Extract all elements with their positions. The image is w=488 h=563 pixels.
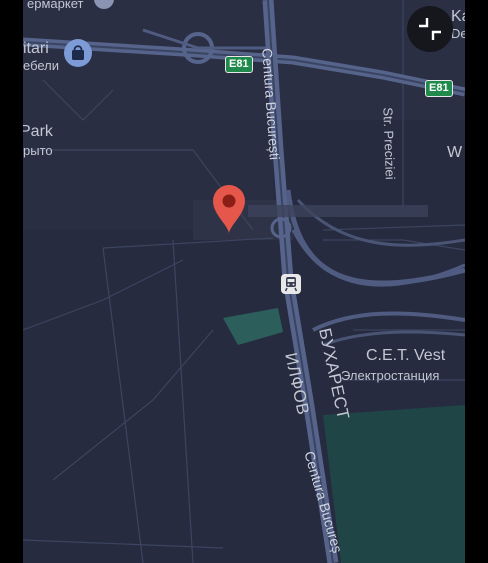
- map-pin-icon[interactable]: [211, 184, 247, 234]
- map-base-layer: [23, 0, 465, 563]
- label-w: W: [447, 144, 463, 161]
- label-supermarket: ермаркет: [27, 0, 84, 11]
- label-elektrostantsia: Электростанция: [341, 368, 440, 383]
- water-area: [323, 405, 465, 563]
- label-park-cyr: рыто: [23, 143, 53, 158]
- label-park: Park: [23, 123, 53, 140]
- highway-shield-e81-right: E81: [425, 80, 453, 97]
- screen-border: [465, 0, 488, 563]
- label-sitari: itari: [23, 40, 49, 57]
- shopping-bag-icon[interactable]: [63, 38, 93, 68]
- label-mebeli: ебели: [23, 58, 60, 73]
- fullscreen-exit-icon: [419, 18, 441, 40]
- exit-fullscreen-button[interactable]: [407, 6, 453, 52]
- label-cet-vest: C.E.T. Vest: [366, 347, 446, 364]
- train-station-icon[interactable]: [280, 273, 302, 295]
- park-area: [223, 308, 283, 345]
- label-de: De: [451, 26, 465, 41]
- label-ka: Ka: [451, 8, 465, 25]
- poi-marker-icon[interactable]: [93, 0, 115, 10]
- label-str-preciziei: Str. Preciziei: [380, 107, 398, 180]
- map-view[interactable]: ермаркет itari ебели Park рыто Centura B…: [23, 0, 465, 563]
- highway-shield-e81: E81: [225, 56, 253, 73]
